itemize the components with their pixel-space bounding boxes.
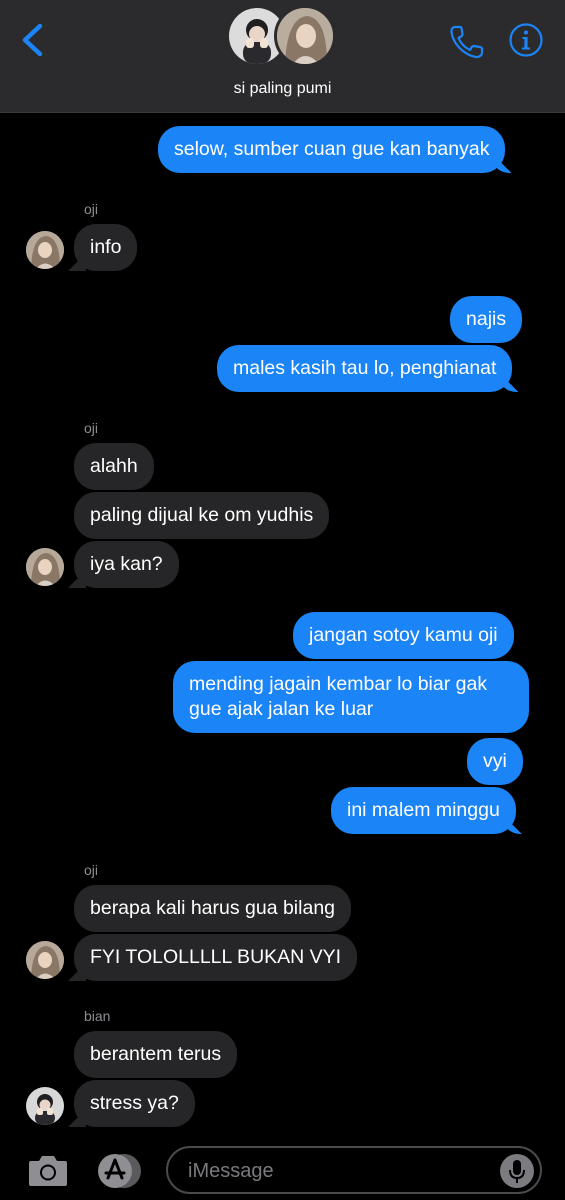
group-name[interactable]: si paling pumi <box>0 80 565 98</box>
avatar-bian[interactable] <box>26 1087 64 1125</box>
incoming-message[interactable]: berantem terus <box>74 1031 238 1078</box>
sender-name: oji <box>84 420 99 436</box>
sender-name: oji <box>84 862 99 878</box>
outgoing-message[interactable]: vyi <box>467 738 523 785</box>
camera-icon <box>29 1156 67 1186</box>
avatar-oji[interactable] <box>26 548 64 586</box>
info-button[interactable] <box>508 22 544 58</box>
outgoing-message[interactable]: males kasih tau lo, penghianat <box>217 345 513 392</box>
outgoing-message[interactable]: mending jagain kembar lo biar gak gue aj… <box>173 661 529 733</box>
avatar-oji[interactable] <box>26 941 64 979</box>
phone-icon <box>450 25 484 59</box>
outgoing-message[interactable]: jangan sotoy kamu oji <box>293 612 514 659</box>
outgoing-message[interactable]: najis <box>450 296 523 343</box>
back-chevron-icon <box>22 23 43 57</box>
camera-button[interactable] <box>27 1152 69 1188</box>
avatar-oji[interactable] <box>26 231 64 269</box>
message-input-field[interactable] <box>166 1146 542 1194</box>
incoming-message[interactable]: paling dijual ke om yudhis <box>74 492 330 539</box>
message-input[interactable] <box>188 1156 488 1186</box>
incoming-message[interactable]: info <box>74 224 138 271</box>
group-avatars[interactable] <box>226 5 338 69</box>
incoming-message[interactable]: FYI TOLOLLLLL BUKAN VYI <box>74 934 358 981</box>
info-icon <box>509 23 543 57</box>
incoming-message[interactable]: stress ya? <box>74 1080 195 1127</box>
app-store-button[interactable] <box>96 1152 142 1190</box>
back-button[interactable] <box>18 22 48 58</box>
incoming-message[interactable]: berapa kali harus gua bilang <box>74 885 352 932</box>
incoming-message[interactable]: alahh <box>74 443 154 490</box>
outgoing-message[interactable]: ini malem minggu <box>331 787 516 834</box>
outgoing-message[interactable]: selow, sumber cuan gue kan banyak <box>158 126 506 173</box>
incoming-message[interactable]: iya kan? <box>74 541 179 588</box>
sender-name: bian <box>84 1008 111 1024</box>
dictation-button[interactable] <box>500 1154 534 1188</box>
sender-name: oji <box>84 201 99 217</box>
message-line: mending jagain kembar lo biar gak <box>189 673 488 695</box>
microphone-icon <box>509 1160 525 1183</box>
message-line: gue ajak jalan ke luar <box>189 698 374 720</box>
call-button[interactable] <box>447 22 487 62</box>
app-store-icon <box>98 1154 141 1188</box>
avatar-oji <box>274 5 336 67</box>
chat-header: si paling pumi <box>0 0 565 113</box>
